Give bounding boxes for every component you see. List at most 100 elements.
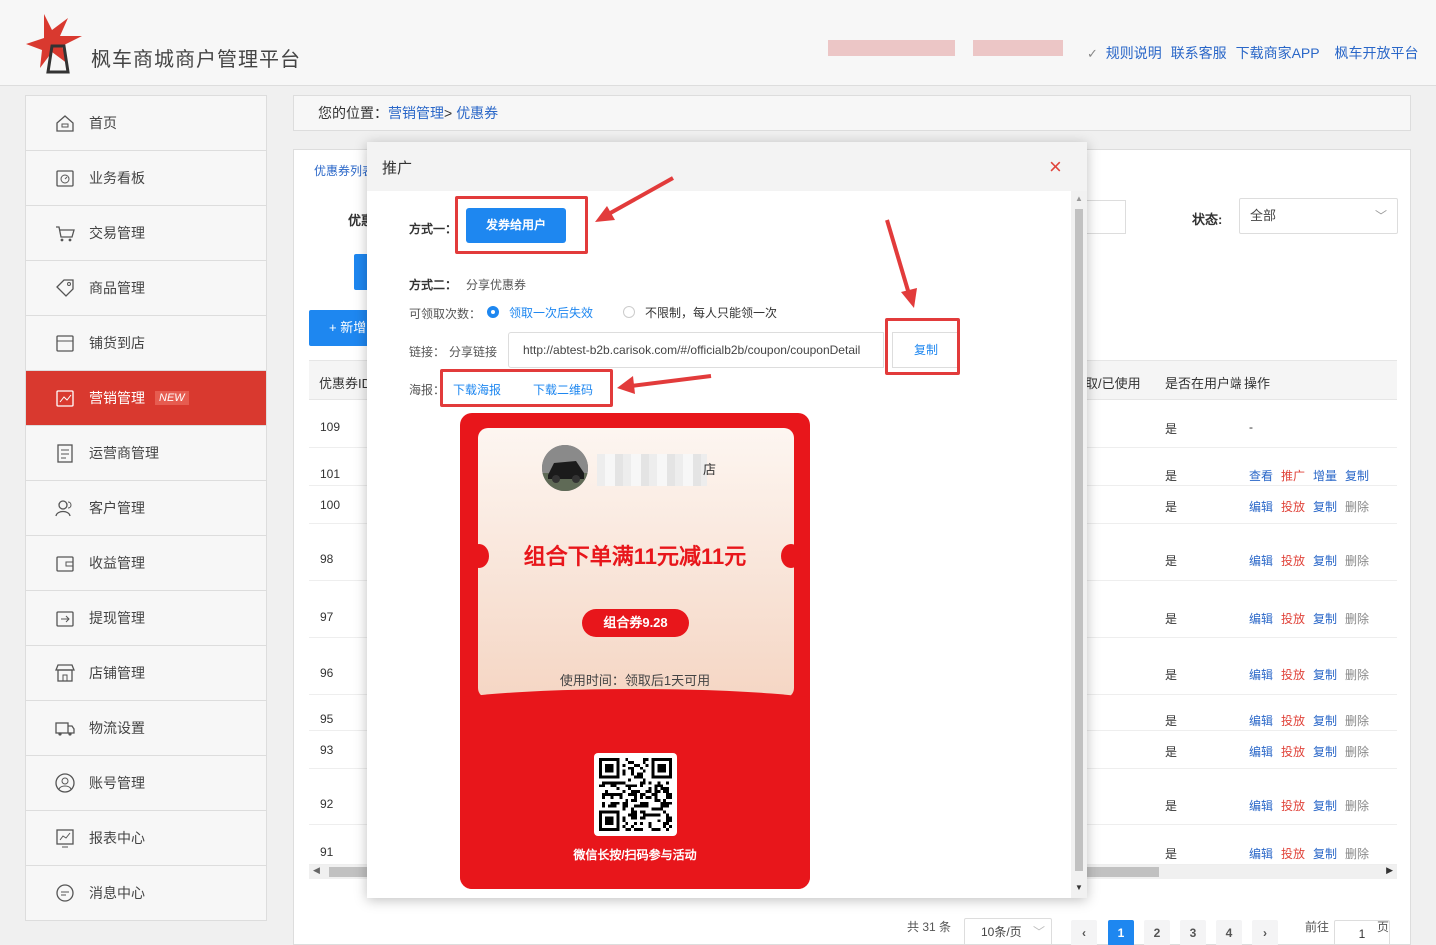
col-ops: 操作 xyxy=(1244,376,1271,391)
row-action-link[interactable]: 复制 xyxy=(1313,554,1337,568)
sidebar-item[interactable]: 提现管理 xyxy=(26,591,266,646)
row-action-link[interactable]: 复制 xyxy=(1313,714,1337,728)
row-action-link[interactable]: 删除 xyxy=(1345,799,1369,813)
row-action-link[interactable]: 删除 xyxy=(1345,668,1369,682)
dashboard-icon xyxy=(53,166,77,190)
chevron-down-icon: ﹀ xyxy=(1032,925,1045,939)
next-page-button[interactable]: › xyxy=(1252,920,1278,945)
row-action-link: - xyxy=(1249,420,1253,434)
row-action-link[interactable]: 复制 xyxy=(1313,612,1337,626)
sidebar-item[interactable]: 首页 xyxy=(26,96,266,151)
sidebar-item[interactable]: 交易管理 xyxy=(26,206,266,261)
sidebar-item-label: 物流设置 xyxy=(89,720,145,736)
row-action-link[interactable]: 投放 xyxy=(1281,500,1305,514)
scroll-up-icon[interactable]: ▲ xyxy=(1075,194,1083,203)
radio-once-label[interactable]: 领取一次后失效 xyxy=(509,304,593,321)
row-action-link[interactable]: 编辑 xyxy=(1249,799,1273,813)
sidebar-item[interactable]: 报表中心 xyxy=(26,811,266,866)
sidebar-item[interactable]: 业务看板 xyxy=(26,151,266,206)
page-1-button[interactable]: 1 xyxy=(1108,920,1134,945)
sidebar-item[interactable]: 运营商管理 xyxy=(26,426,266,481)
add-coupon-button[interactable]: + 新增 xyxy=(309,310,369,346)
link-open-platform[interactable]: 枫车开放平台 xyxy=(1334,45,1418,61)
status-label: 状态: xyxy=(1192,212,1223,227)
coupon-id: 109 xyxy=(320,420,341,434)
row-action-link[interactable]: 删除 xyxy=(1345,714,1369,728)
shop-name-suffix: 店 xyxy=(703,462,717,477)
radio-unlimited-label[interactable]: 不限制，每人只能领一次 xyxy=(645,304,777,321)
sidebar-item[interactable]: 收益管理 xyxy=(26,536,266,591)
row-action-link[interactable]: 删除 xyxy=(1345,554,1369,568)
page-2-button[interactable]: 2 xyxy=(1144,920,1170,945)
link-rules[interactable]: 规则说明 xyxy=(1106,45,1162,61)
goto-suffix: 页 xyxy=(1377,920,1390,934)
sidebar-item-label: 运营商管理 xyxy=(89,445,159,461)
close-icon[interactable]: × xyxy=(1049,156,1062,178)
modal-scrollbar[interactable]: ▲ ▼ xyxy=(1071,191,1087,898)
row-action-link[interactable]: 编辑 xyxy=(1249,500,1273,514)
scroll-down-icon[interactable]: ▼ xyxy=(1075,883,1083,892)
row-action-link[interactable]: 复制 xyxy=(1313,847,1337,861)
row-action-link[interactable]: 删除 xyxy=(1345,612,1369,626)
row-action-link[interactable]: 增量 xyxy=(1313,469,1337,483)
row-action-link[interactable]: 删除 xyxy=(1345,847,1369,861)
sidebar-item[interactable]: 客户管理 xyxy=(26,481,266,536)
row-action-link[interactable]: 查看 xyxy=(1249,469,1273,483)
row-action-link[interactable]: 投放 xyxy=(1281,714,1305,728)
status-select[interactable]: 全部 ﹀ xyxy=(1239,198,1398,234)
link-support[interactable]: 联系客服 xyxy=(1171,45,1227,61)
row-action-link[interactable]: 删除 xyxy=(1345,500,1369,514)
prev-page-button[interactable]: ‹ xyxy=(1071,920,1097,945)
sidebar-item[interactable]: 账号管理 xyxy=(26,756,266,811)
row-action-link[interactable]: 复制 xyxy=(1313,668,1337,682)
check-icon: ✓ xyxy=(1087,46,1098,61)
row-action-link[interactable]: 投放 xyxy=(1281,847,1305,861)
row-action-link[interactable]: 编辑 xyxy=(1249,554,1273,568)
row-action-link[interactable]: 复制 xyxy=(1313,799,1337,813)
row-action-link[interactable]: 推广 xyxy=(1281,469,1305,483)
row-action-link[interactable]: 投放 xyxy=(1281,554,1305,568)
truck-icon xyxy=(53,716,77,740)
sidebar-item-label: 账号管理 xyxy=(89,775,145,791)
scroll-left-icon[interactable]: ◀ xyxy=(313,865,320,876)
sidebar-item[interactable]: 店铺管理 xyxy=(26,646,266,701)
row-action-link[interactable]: 复制 xyxy=(1345,469,1369,483)
sidebar-item[interactable]: 营销管理 NEW xyxy=(26,371,266,426)
page-size-select[interactable]: 10条/页 ﹀ xyxy=(964,918,1052,945)
sidebar-item-label: 交易管理 xyxy=(89,225,145,241)
link-download-app[interactable]: 下载商家APP xyxy=(1236,45,1320,61)
radio-unlimited[interactable] xyxy=(623,306,635,318)
breadcrumb-marketing[interactable]: 营销管理 xyxy=(388,105,444,121)
share-link-field[interactable]: http://abtest-b2b.carisok.com/#/official… xyxy=(508,332,884,368)
modal-scroll-thumb[interactable] xyxy=(1075,209,1083,871)
row-action-link[interactable]: 编辑 xyxy=(1249,714,1273,728)
breadcrumb-prefix: 您的位置： xyxy=(318,105,388,121)
chevron-down-icon: ﹀ xyxy=(1374,209,1387,223)
row-action-link[interactable]: 投放 xyxy=(1281,668,1305,682)
page-4-button[interactable]: 4 xyxy=(1216,920,1242,945)
search-button[interactable] xyxy=(354,254,368,290)
shown-value: 是 xyxy=(1165,714,1178,728)
row-action-link[interactable]: 编辑 xyxy=(1249,612,1273,626)
row-action-link[interactable]: 复制 xyxy=(1313,500,1337,514)
breadcrumb-coupon[interactable]: 优惠券 xyxy=(456,105,498,121)
filter-input[interactable] xyxy=(1084,200,1126,234)
row-action-link[interactable]: 删除 xyxy=(1345,745,1369,759)
row-action-link[interactable]: 编辑 xyxy=(1249,847,1273,861)
coupon-type-pill: 组合券9.28 xyxy=(582,609,689,637)
page-3-button[interactable]: 3 xyxy=(1180,920,1206,945)
sidebar-item[interactable]: 商品管理 xyxy=(26,261,266,316)
row-action-link[interactable]: 投放 xyxy=(1281,612,1305,626)
row-action-link[interactable]: 编辑 xyxy=(1249,745,1273,759)
row-action-link[interactable]: 复制 xyxy=(1313,745,1337,759)
tab-coupon-list[interactable]: 优惠券列表 xyxy=(314,162,374,179)
sidebar-item[interactable]: 铺货到店 xyxy=(26,316,266,371)
row-action-link[interactable]: 编辑 xyxy=(1249,668,1273,682)
row-action-link[interactable]: 投放 xyxy=(1281,745,1305,759)
sidebar-item[interactable]: 物流设置 xyxy=(26,701,266,756)
row-actions: 编辑 投放 复制 删除 xyxy=(1249,552,1377,569)
radio-once[interactable] xyxy=(487,306,499,318)
row-action-link[interactable]: 投放 xyxy=(1281,799,1305,813)
scroll-right-icon[interactable]: ▶ xyxy=(1386,865,1393,876)
sidebar-item[interactable]: 消息中心 xyxy=(26,866,266,921)
